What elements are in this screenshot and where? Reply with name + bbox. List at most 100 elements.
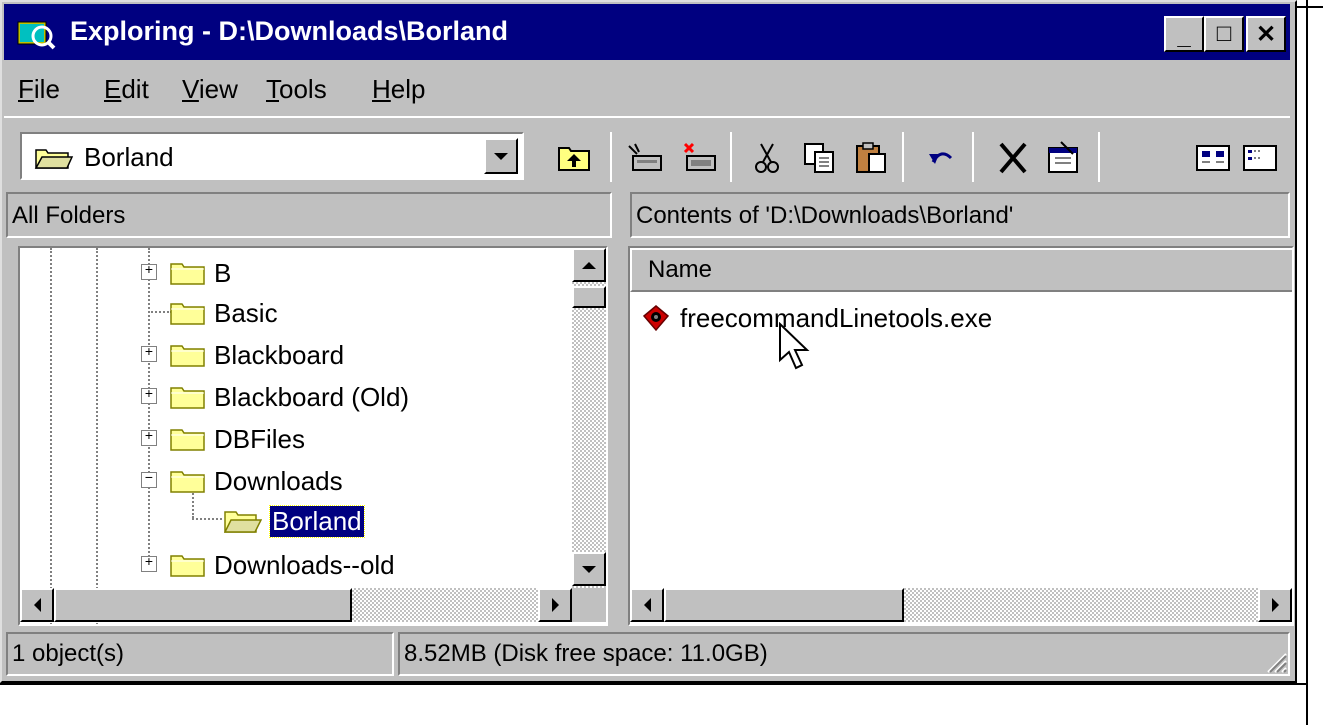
small-icons-view-icon — [1243, 145, 1277, 171]
menu-file[interactable]: File — [18, 74, 60, 105]
scroll-thumb[interactable] — [54, 588, 352, 622]
scroll-thumb[interactable] — [572, 286, 606, 308]
tree-item-b[interactable]: B — [170, 254, 231, 292]
tree-item-basic[interactable]: Basic — [170, 294, 278, 332]
toolbar-divider — [1098, 132, 1100, 182]
frame-line-right — [1306, 0, 1308, 725]
tree-item-downloads-old[interactable]: Downloads--old — [170, 546, 395, 584]
toolbar-divider — [972, 132, 974, 182]
collapse-toggle[interactable]: − — [141, 472, 157, 488]
folder-icon — [170, 387, 205, 409]
scroll-left-button[interactable] — [630, 588, 664, 622]
tree-guide-line — [148, 248, 150, 564]
folder-icon — [170, 555, 205, 577]
small-icons-view-button[interactable] — [1240, 136, 1290, 180]
toolbar-divider — [610, 132, 612, 182]
close-button[interactable]: ✕ — [1246, 16, 1286, 52]
tree-guide-line — [96, 248, 98, 624]
tree-horizontal-scrollbar[interactable] — [20, 588, 572, 622]
properties-icon — [1048, 141, 1078, 173]
chevron-down-icon — [494, 152, 508, 160]
contents-header: Contents of 'D:\Downloads\Borland' — [630, 192, 1290, 238]
tree-item-downloads[interactable]: Downloads — [170, 462, 343, 500]
up-folder-icon — [558, 147, 590, 171]
scroll-right-button[interactable] — [538, 588, 572, 622]
menu-edit[interactable]: Edit — [104, 74, 149, 105]
tree-item-blackboard-old[interactable]: Blackboard (Old) — [170, 378, 409, 416]
title-bar[interactable]: Exploring - D:\Downloads\Borland _ □ ✕ — [4, 4, 1290, 60]
map-drive-icon — [628, 143, 662, 171]
scroll-right-button[interactable] — [1258, 588, 1292, 622]
toolbar-separator — [4, 116, 1290, 118]
paste-icon — [856, 142, 886, 173]
tree-item-blackboard[interactable]: Blackboard — [170, 336, 344, 374]
copy-button[interactable] — [796, 136, 842, 180]
column-header-name[interactable]: Name — [630, 248, 1292, 292]
properties-button[interactable] — [1040, 136, 1086, 180]
delete-icon — [999, 142, 1027, 174]
explorer-app-icon — [17, 21, 56, 50]
folder-tree[interactable]: + B Basic + Blackboard + Blackboard (Old… — [18, 246, 608, 626]
status-objects: 1 object(s) — [6, 632, 394, 676]
expand-toggle[interactable]: + — [141, 556, 157, 572]
disconnect-drive-icon — [683, 142, 716, 171]
map-drive-button[interactable] — [622, 136, 668, 180]
chevron-left-icon — [643, 598, 651, 612]
expand-toggle[interactable]: + — [141, 388, 157, 404]
minimize-icon: _ — [1177, 23, 1191, 50]
delete-button[interactable] — [990, 136, 1036, 180]
toolbar-divider — [902, 132, 904, 182]
large-icons-view-icon — [1196, 145, 1230, 171]
tree-vertical-scrollbar[interactable] — [572, 248, 606, 588]
large-icons-view-button[interactable] — [1190, 136, 1236, 180]
maximize-icon: □ — [1216, 20, 1232, 47]
undo-icon — [929, 152, 953, 164]
status-size: 8.52MB (Disk free space: 11.0GB) — [398, 632, 1290, 676]
menu-bar: File Edit View Tools Help — [4, 62, 1290, 112]
paste-button[interactable] — [848, 136, 894, 180]
tree-guide-line — [50, 248, 52, 624]
close-icon: ✕ — [1255, 20, 1277, 48]
cut-button[interactable] — [744, 136, 790, 180]
minimize-button[interactable]: _ — [1164, 16, 1204, 52]
tree-item-borland[interactable]: Borland — [224, 502, 365, 540]
expand-toggle[interactable]: + — [141, 430, 157, 446]
open-folder-icon — [34, 149, 74, 169]
chevron-right-icon — [1271, 598, 1279, 612]
frame-line-top — [1297, 6, 1323, 8]
file-item[interactable]: freecommandLinetools.exe — [640, 302, 992, 334]
resize-grip-icon[interactable] — [1264, 650, 1288, 674]
disconnect-drive-button[interactable] — [676, 136, 722, 180]
contents-horizontal-scrollbar[interactable] — [630, 588, 1292, 622]
undo-button[interactable] — [918, 136, 964, 180]
address-dropdown-button[interactable] — [484, 138, 518, 174]
folder-icon — [170, 471, 205, 493]
maximize-button[interactable]: □ — [1204, 16, 1244, 52]
installer-exe-icon — [642, 305, 670, 332]
tree-branch-line — [192, 518, 222, 520]
expand-toggle[interactable]: + — [141, 346, 157, 362]
contents-list[interactable]: Name freecommandLinetools.exe — [628, 246, 1294, 626]
menu-view[interactable]: View — [182, 74, 238, 105]
chevron-up-icon — [582, 261, 596, 269]
menu-tools[interactable]: Tools — [266, 74, 327, 105]
tree-branch-line — [148, 311, 172, 313]
menu-help[interactable]: Help — [372, 74, 425, 105]
folder-icon — [170, 429, 205, 451]
expand-toggle[interactable]: + — [141, 264, 157, 280]
copy-icon — [804, 143, 834, 173]
mouse-cursor-icon — [779, 322, 810, 370]
frame-line-bottom — [0, 683, 1306, 685]
address-combo[interactable]: Borland — [20, 132, 524, 180]
up-folder-button[interactable] — [552, 136, 598, 180]
scrollbar-corner — [572, 588, 606, 622]
scroll-up-button[interactable] — [572, 248, 606, 282]
address-value: Borland — [84, 142, 174, 172]
folder-icon — [170, 263, 205, 285]
scroll-thumb[interactable] — [664, 588, 904, 622]
chevron-left-icon — [33, 598, 41, 612]
scroll-down-button[interactable] — [572, 552, 606, 586]
scroll-left-button[interactable] — [20, 588, 54, 622]
chevron-right-icon — [551, 598, 559, 612]
tree-item-dbfiles[interactable]: DBFiles — [170, 420, 305, 458]
